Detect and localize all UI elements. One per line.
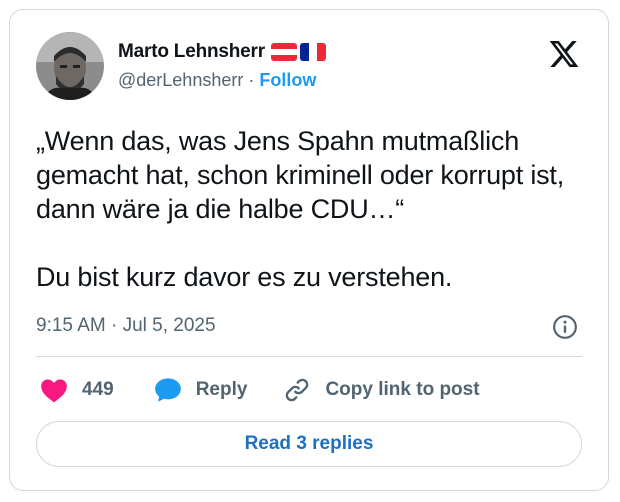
- author-name[interactable]: Marto Lehnsherr: [118, 41, 265, 63]
- avatar[interactable]: [36, 32, 104, 100]
- action-bar: 449 Reply Copy link to post: [40, 375, 480, 405]
- follow-button[interactable]: Follow: [259, 70, 316, 91]
- author-info: Marto Lehnsherr @derLehnsherr · Follow: [118, 40, 326, 91]
- flag-emojis: [270, 43, 326, 61]
- austria-flag-icon: [270, 43, 297, 61]
- like-count: 449: [82, 379, 114, 400]
- tweet-timestamp[interactable]: 9:15 AM · Jul 5, 2025: [36, 315, 216, 337]
- separator-dot: ·: [248, 70, 255, 90]
- avatar-image: [36, 32, 104, 100]
- link-icon: [286, 378, 309, 402]
- copy-link-label: Copy link to post: [325, 379, 480, 400]
- copy-link-button[interactable]: Copy link to post: [283, 376, 480, 404]
- reply-label: Reply: [195, 379, 248, 400]
- read-replies-button[interactable]: Read 3 replies: [36, 421, 582, 467]
- tweet-card: Marto Lehnsherr @derLehnsherr · Follow „…: [9, 9, 609, 491]
- author-handle[interactable]: @derLehnsherr: [118, 70, 243, 91]
- info-icon[interactable]: [552, 314, 578, 340]
- read-replies-label: Read 3 replies: [244, 433, 374, 454]
- divider: [36, 356, 582, 357]
- france-flag-icon: [299, 43, 326, 61]
- reply-button[interactable]: Reply: [154, 377, 248, 403]
- like-button[interactable]: 449: [40, 377, 114, 403]
- speech-bubble-icon: [154, 378, 181, 402]
- heart-icon: [41, 379, 67, 403]
- x-logo-icon[interactable]: [548, 38, 580, 70]
- name-row: Marto Lehnsherr: [118, 40, 326, 64]
- tweet-text: „Wenn das, was Jens Spahn mutmaßlich gem…: [36, 126, 565, 292]
- handle-row: @derLehnsherr · Follow: [118, 70, 326, 91]
